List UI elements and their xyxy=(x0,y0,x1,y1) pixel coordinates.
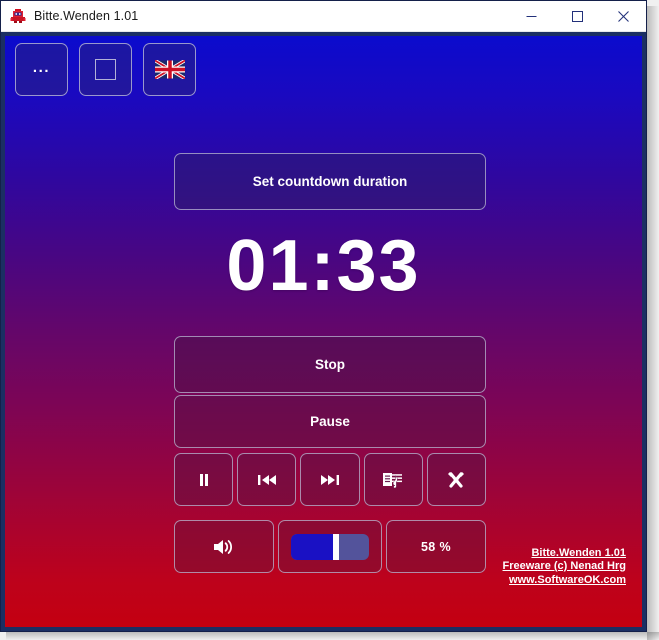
volume-slider-fill xyxy=(291,533,337,560)
always-on-top-button[interactable] xyxy=(79,43,132,96)
title-bar[interactable]: Bitte.Wenden 1.01 xyxy=(1,1,646,32)
pause-icon-button[interactable] xyxy=(174,453,234,506)
set-duration-label: Set countdown duration xyxy=(252,174,408,189)
countdown-display: 01:33 xyxy=(226,226,421,306)
stop-label: Stop xyxy=(315,357,345,372)
footer-website-link[interactable]: www.SoftwareOK.com xyxy=(503,574,626,588)
client-area: ... Set countdown duration 01:33 Stop Pa… xyxy=(5,36,642,627)
pause-button[interactable]: Pause xyxy=(174,395,486,448)
speaker-icon xyxy=(214,539,233,554)
minimize-icon[interactable] xyxy=(508,1,554,32)
app-window: Bitte.Wenden 1.01 ... Set countdown dura… xyxy=(0,0,647,632)
window-shadow-bottom xyxy=(6,632,659,640)
previous-icon-button[interactable] xyxy=(237,453,297,506)
tools-icon xyxy=(448,471,465,488)
window-shadow-right xyxy=(647,6,659,640)
volume-percent-display[interactable]: 58 % xyxy=(386,520,486,573)
media-control-row xyxy=(174,453,487,506)
robot-icon xyxy=(10,8,26,24)
square-icon xyxy=(95,59,116,80)
window-controls xyxy=(508,1,646,32)
stop-button[interactable]: Stop xyxy=(174,336,486,393)
skip-forward-icon xyxy=(321,474,339,485)
more-options-button[interactable]: ... xyxy=(15,43,68,96)
volume-row: 58 % xyxy=(174,520,486,573)
next-icon-button[interactable] xyxy=(300,453,360,506)
skip-backward-icon xyxy=(257,474,276,485)
volume-slider[interactable] xyxy=(278,520,382,573)
music-note-icon xyxy=(383,472,403,488)
pause-icon xyxy=(199,473,208,486)
mute-button[interactable] xyxy=(174,520,274,573)
settings-icon-button[interactable] xyxy=(426,453,487,506)
pause-label: Pause xyxy=(310,414,350,429)
volume-slider-track[interactable] xyxy=(291,533,369,560)
footer-product-link[interactable]: Bitte.Wenden 1.01 xyxy=(503,547,626,561)
ellipsis-icon: ... xyxy=(32,58,51,76)
toolbar: ... xyxy=(15,43,196,96)
maximize-icon[interactable] xyxy=(554,1,600,32)
window-title: Bitte.Wenden 1.01 xyxy=(34,9,139,23)
set-countdown-duration-button[interactable]: Set countdown duration xyxy=(174,153,486,210)
language-button[interactable] xyxy=(143,43,196,96)
sound-select-icon-button[interactable] xyxy=(363,453,423,506)
uk-flag-icon xyxy=(154,60,185,79)
volume-percent-label: 58 % xyxy=(420,539,452,554)
footer-author-link[interactable]: Freeware (c) Nenad Hrg xyxy=(503,560,626,574)
close-icon[interactable] xyxy=(600,1,646,32)
footer-links: Bitte.Wenden 1.01 Freeware (c) Nenad Hrg… xyxy=(503,547,626,588)
volume-slider-thumb[interactable] xyxy=(333,533,340,560)
